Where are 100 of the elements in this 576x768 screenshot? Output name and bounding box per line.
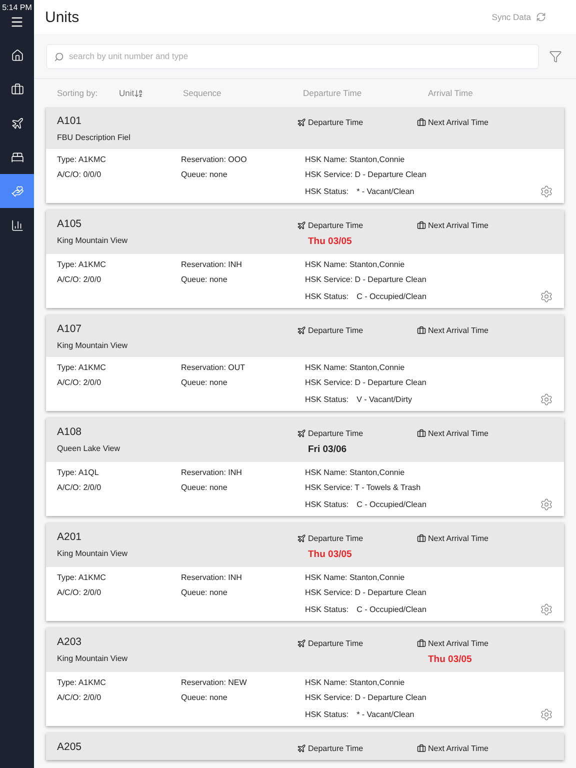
- hsk-status-label: HSK Status:: [305, 187, 349, 196]
- settings-icon: [540, 708, 553, 721]
- unit-description: King Mountain View: [57, 549, 129, 560]
- queue-text: Queue: none: [181, 483, 228, 492]
- queue-text: Queue: none: [181, 170, 228, 179]
- departure-label: Departure Time: [297, 321, 417, 335]
- unit-number: A201: [57, 530, 83, 543]
- departure-label: Departure Time: [297, 216, 417, 230]
- sort-icon: [134, 88, 144, 98]
- unit-card[interactable]: [46, 628, 564, 726]
- aco-text: A/C/O: 2/0/0: [57, 378, 102, 387]
- unit-type: Type: A1KMC: [57, 155, 107, 164]
- hsk-status-value: * - Vacant/Clean: [356, 187, 414, 196]
- plane-icon: [297, 221, 306, 230]
- arrival-label: Next Arrival Time: [417, 529, 553, 543]
- unit-card[interactable]: [46, 523, 564, 621]
- status-time: 5:14 PM: [1, 2, 33, 12]
- hsk-status-label: HSK Status:: [305, 292, 349, 301]
- reservation-text: Reservation: OUT: [181, 363, 246, 372]
- departure-label: Departure Time: [297, 424, 417, 438]
- arrival-label: Next Arrival Time: [417, 216, 553, 230]
- unit-card[interactable]: [46, 210, 564, 308]
- date-text: Thu 03/05: [427, 654, 473, 665]
- menu-icon: [10, 15, 24, 29]
- sort-option[interactable]: Sequence: [183, 88, 303, 98]
- filter-button[interactable]: [549, 50, 562, 62]
- unit-type: Type: A1KMC: [57, 573, 107, 582]
- reservation-text: Reservation: NEW: [181, 678, 248, 687]
- suitcase-icon: [417, 221, 426, 230]
- departure-label: Departure Time: [297, 113, 417, 127]
- unit-card[interactable]: A205 Departure Time Next Arrival Time: [46, 733, 564, 760]
- suitcase-icon: [417, 744, 426, 753]
- settings-icon: [540, 290, 553, 303]
- suitcase-icon: [417, 429, 426, 438]
- sync-data-button[interactable]: Sync Data: [492, 12, 546, 22]
- reservation-text: Reservation: INH: [181, 468, 243, 477]
- arrival-label: Next Arrival Time: [417, 113, 553, 127]
- suitcase-icon: [417, 326, 426, 335]
- departure-label: Departure Time: [297, 634, 417, 648]
- hand-heart-icon: [10, 184, 24, 198]
- unit-number: A105: [57, 217, 83, 230]
- hsk-name: HSK Name: Stanton,Connie: [305, 468, 406, 477]
- sort-option[interactable]: Departure Time: [303, 88, 428, 98]
- aco-text: A/C/O: 0/0/0: [57, 170, 102, 179]
- hsk-status-label: HSK Status:: [305, 500, 349, 509]
- queue-text: Queue: none: [181, 275, 228, 284]
- sort-option[interactable]: Arrival Time: [428, 88, 508, 98]
- departure-label: Departure Time: [297, 529, 417, 543]
- queue-text: Queue: none: [181, 378, 228, 387]
- hsk-name: HSK Name: Stanton,Connie: [305, 155, 406, 164]
- hsk-status-label: HSK Status:: [305, 605, 349, 614]
- plane-icon: [297, 744, 306, 753]
- sorting-label: Sorting by:: [57, 88, 99, 98]
- hsk-status-label: HSK Status:: [305, 395, 349, 404]
- sort-option[interactable]: Unit: [119, 88, 183, 98]
- aco-text: A/C/O: 2/0/0: [57, 588, 102, 597]
- aco-text: A/C/O: 2/0/0: [57, 483, 102, 492]
- hsk-name: HSK Name: Stanton,Connie: [305, 678, 406, 687]
- page-title: Units: [45, 8, 80, 26]
- unit-card[interactable]: A101 Departure Time Next Arrival Time FBU Description Fiel Type: A1KMC Reservation: OOO HSK Name: Stanton,Connie A/C/O: 0/0/0 Queue: none HSK Service: D - Departure Clean HSK Status: * - Vacant/Clean: [46, 107, 564, 203]
- settings-icon: [540, 603, 553, 616]
- plane-icon: [297, 326, 306, 335]
- hsk-service: HSK Service: D - Departure Clean: [305, 693, 428, 702]
- refresh-icon: [536, 12, 546, 22]
- plane-icon: [297, 118, 306, 127]
- search-field[interactable]: search by unit number and type: [46, 44, 539, 68]
- settings-icon: [540, 498, 553, 511]
- queue-text: Queue: none: [181, 693, 228, 702]
- date-text: Thu 03/05: [307, 549, 353, 560]
- unit-card[interactable]: [46, 418, 564, 516]
- hsk-service: HSK Service: D - Departure Clean: [305, 275, 428, 284]
- arrival-label: Next Arrival Time: [417, 739, 553, 753]
- unit-number: A205: [57, 740, 83, 753]
- suitcase-icon: [417, 118, 426, 127]
- suitcase-icon: [10, 82, 24, 96]
- suitcase-icon: [417, 534, 426, 543]
- arrival-label: Next Arrival Time: [417, 634, 553, 648]
- unit-card[interactable]: A107 Departure Time Next Arrival Time King Mountain View Type: A1KMC Reservation: OUT HSK Name: Stanton,Connie A/C/O: 2/0/0 Queue: none HSK Service: D - Departure Clean HSK Status: V - Vacant/Dirty: [46, 315, 564, 411]
- date-text: Fri 03/06: [307, 444, 348, 455]
- aco-text: A/C/O: 2/0/0: [57, 693, 102, 702]
- aco-text: A/C/O: 2/0/0: [57, 275, 102, 284]
- queue-text: Queue: none: [181, 588, 228, 597]
- hsk-name: HSK Name: Stanton,Connie: [305, 573, 406, 582]
- hsk-service: HSK Service: D - Departure Clean: [305, 588, 428, 597]
- hsk-service: HSK Service: T - Towels & Trash: [305, 483, 422, 492]
- hsk-status-value: * - Vacant/Clean: [356, 710, 414, 719]
- unit-number: A108: [57, 425, 83, 438]
- bed-icon: [10, 150, 24, 164]
- plane-icon: [10, 116, 24, 130]
- hsk-status-value: C - Occupied/Clean: [356, 500, 426, 509]
- hsk-service: HSK Service: D - Departure Clean: [305, 170, 428, 179]
- settings-icon: [540, 393, 553, 406]
- plane-icon: [297, 429, 306, 438]
- filter-icon: [549, 50, 562, 62]
- unit-description: King Mountain View: [57, 236, 129, 247]
- home-icon: [10, 48, 24, 62]
- reservation-text: Reservation: INH: [181, 573, 243, 582]
- hsk-service: HSK Service: D - Departure Clean: [305, 378, 428, 387]
- date-text: Thu 03/05: [307, 236, 353, 247]
- unit-description: King Mountain View: [57, 654, 129, 665]
